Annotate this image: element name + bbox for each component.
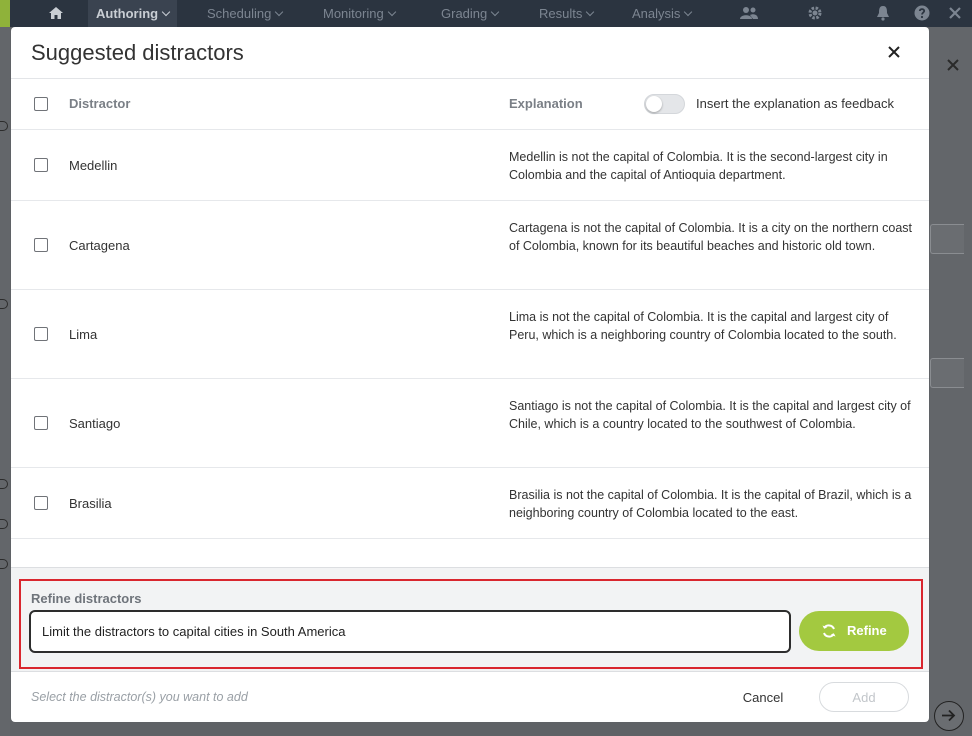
refine-input[interactable] bbox=[29, 610, 791, 653]
arrow-right-icon bbox=[934, 701, 964, 731]
distractor-explanation: Medellin is not the capital of Colombia.… bbox=[509, 150, 888, 182]
suggested-distractors-dialog: Suggested distractors Distractor Explana… bbox=[11, 27, 929, 722]
table-row: Lima Lima is not the capital of Colombia… bbox=[11, 290, 929, 379]
refine-button[interactable]: Refine bbox=[799, 611, 909, 651]
table-row: Cartagena Cartagena is not the capital o… bbox=[11, 201, 929, 290]
dialog-title: Suggested distractors bbox=[31, 40, 244, 65]
nav-scheduling[interactable]: Scheduling bbox=[207, 0, 284, 27]
chevron-down-icon bbox=[491, 7, 500, 17]
background-input bbox=[930, 358, 964, 388]
table-row: Brasilia Brasilia is not the capital of … bbox=[11, 468, 929, 539]
background-close-icon bbox=[947, 59, 959, 71]
brand-logo[interactable] bbox=[0, 0, 10, 27]
home-icon[interactable] bbox=[48, 5, 64, 21]
dialog-footer: Select the distractor(s) you want to add… bbox=[11, 672, 929, 722]
chevron-down-icon bbox=[275, 7, 284, 17]
close-icon[interactable] bbox=[947, 5, 963, 21]
distractor-name: Brasilia bbox=[69, 496, 112, 511]
users-icon[interactable] bbox=[739, 5, 759, 21]
row-checkbox[interactable] bbox=[34, 416, 48, 430]
nav-results[interactable]: Results bbox=[539, 0, 595, 27]
gear-icon[interactable] bbox=[807, 5, 823, 21]
distractor-name: Medellin bbox=[69, 158, 118, 173]
distractor-explanation: Cartagena is not the capital of Colombia… bbox=[509, 221, 912, 253]
dialog-header: Suggested distractors bbox=[11, 27, 929, 79]
select-all-checkbox[interactable] bbox=[34, 97, 48, 111]
column-header-distractor: Distractor bbox=[69, 96, 131, 111]
nav-analysis[interactable]: Analysis bbox=[632, 0, 693, 27]
distractor-name: Cartagena bbox=[69, 238, 130, 253]
distractor-name: Santiago bbox=[69, 416, 121, 431]
close-icon[interactable] bbox=[882, 40, 906, 64]
refine-panel: Refine distractors Refine bbox=[11, 567, 929, 672]
row-checkbox[interactable] bbox=[34, 327, 48, 341]
distractor-table-header: Distractor Explanation Insert the explan… bbox=[11, 79, 929, 130]
distractor-explanation: Lima is not the capital of Colombia. It … bbox=[509, 310, 897, 342]
chevron-down-icon bbox=[387, 7, 396, 17]
distractor-list: Medellin Medellin is not the capital of … bbox=[11, 130, 929, 539]
footer-hint: Select the distractor(s) you want to add bbox=[31, 690, 248, 704]
refine-label: Refine distractors bbox=[31, 591, 142, 606]
sync-icon bbox=[822, 624, 836, 638]
background-input bbox=[930, 224, 964, 254]
chevron-down-icon bbox=[161, 7, 171, 17]
chevron-down-icon bbox=[586, 7, 595, 17]
table-row: Medellin Medellin is not the capital of … bbox=[11, 130, 929, 201]
chevron-down-icon bbox=[684, 7, 693, 17]
nav-monitoring[interactable]: Monitoring bbox=[323, 0, 396, 27]
toggle-knob bbox=[646, 96, 662, 112]
distractor-name: Lima bbox=[69, 327, 98, 342]
insert-feedback-label: Insert the explanation as feedback bbox=[696, 96, 895, 111]
insert-feedback-toggle[interactable] bbox=[644, 94, 685, 114]
top-nav-bar: Authoring Scheduling Monitoring Grading … bbox=[0, 0, 972, 27]
refine-button-label: Refine bbox=[847, 623, 887, 638]
help-icon[interactable] bbox=[914, 5, 930, 21]
table-row: Santiago Santiago is not the capital of … bbox=[11, 379, 929, 468]
nav-authoring[interactable]: Authoring bbox=[88, 0, 178, 27]
row-checkbox[interactable] bbox=[34, 238, 48, 252]
distractor-explanation: Brasilia is not the capital of Colombia.… bbox=[509, 488, 912, 520]
nav-grading[interactable]: Grading bbox=[441, 0, 500, 27]
bell-icon[interactable] bbox=[875, 5, 891, 21]
add-button[interactable]: Add bbox=[819, 682, 909, 712]
background-page-left bbox=[0, 27, 10, 736]
column-header-explanation: Explanation bbox=[509, 96, 583, 111]
cancel-button[interactable]: Cancel bbox=[731, 684, 795, 710]
row-checkbox[interactable] bbox=[34, 158, 48, 172]
row-checkbox[interactable] bbox=[34, 496, 48, 510]
distractor-explanation: Santiago is not the capital of Colombia.… bbox=[509, 399, 911, 431]
